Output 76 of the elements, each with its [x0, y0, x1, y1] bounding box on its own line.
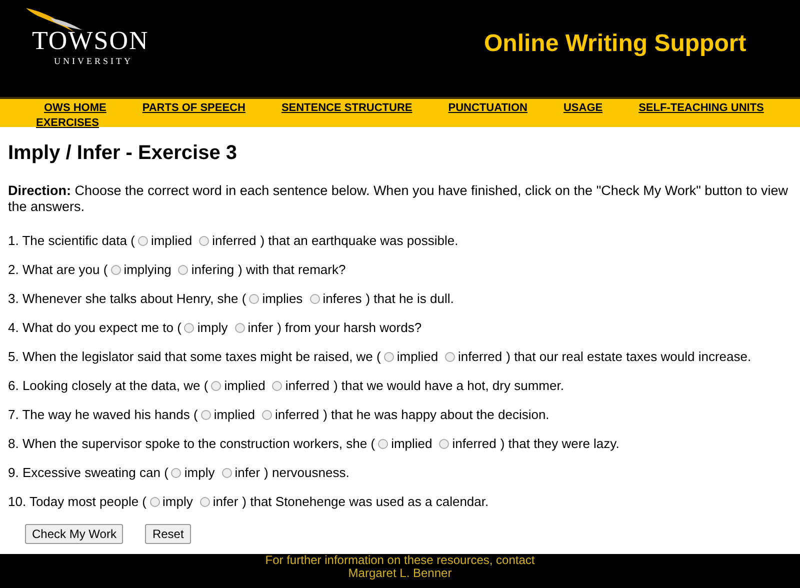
- radio-button[interactable]: [310, 294, 320, 304]
- check-button[interactable]: Check My Work: [25, 524, 124, 544]
- logo-subtitle: UNIVERSITY: [54, 56, 133, 66]
- question-text: ) that Stonehenge was used as a calendar.: [242, 494, 489, 510]
- question-text: ) that an earthquake was possible.: [260, 233, 458, 249]
- option-label[interactable]: infer: [212, 494, 238, 510]
- radio-button[interactable]: [211, 381, 222, 391]
- question-text: ) that he was happy about the decision.: [323, 407, 550, 423]
- nav-link[interactable]: SELF-TEACHING UNITS: [638, 101, 764, 115]
- radio-button[interactable]: [200, 410, 211, 420]
- option-label[interactable]: implied: [214, 407, 256, 423]
- option-label[interactable]: imply: [184, 465, 215, 481]
- radio-button[interactable]: [249, 294, 260, 304]
- option-label[interactable]: implied: [224, 378, 266, 394]
- nav-link[interactable]: PUNCTUATION: [448, 101, 528, 115]
- option-label[interactable]: inferred: [285, 378, 330, 394]
- option-label[interactable]: inferred: [458, 349, 502, 365]
- question-text: ) with that remark?: [238, 262, 346, 278]
- radio-button[interactable]: [378, 439, 388, 449]
- question-text: ) that we would have a hot, dry summer.: [333, 378, 564, 394]
- option-label[interactable]: infer: [234, 465, 260, 481]
- radio-button[interactable]: [222, 468, 232, 478]
- nav-link[interactable]: PARTS OF SPEECH: [142, 101, 246, 115]
- question-text: 9. Excessive sweating can (: [8, 465, 168, 481]
- nav-link[interactable]: EXERCISES: [36, 116, 99, 130]
- option-label[interactable]: infering: [191, 262, 234, 278]
- question-text: ) nervousness.: [264, 465, 350, 481]
- nav-link[interactable]: OWS HOME: [44, 101, 106, 115]
- question-text: 2. What are you (: [8, 262, 108, 278]
- question-text: 3. Whenever she talks about Henry, she (: [8, 291, 246, 307]
- option-label[interactable]: inferred: [452, 436, 496, 452]
- logo-wordmark: TOWSON: [32, 28, 149, 54]
- option-label[interactable]: implying: [124, 262, 172, 278]
- radio-button[interactable]: [262, 410, 272, 420]
- radio-button[interactable]: [110, 265, 121, 275]
- radio-button[interactable]: [199, 236, 210, 246]
- direction-text: Direction: Choose the correct word in each sentence below. When you have finished, click on the "Check My Work" button to view the answers.: [8, 183, 789, 215]
- question-text: 7. The way he waved his hands (: [8, 407, 198, 423]
- option-label[interactable]: inferred: [212, 233, 256, 249]
- radio-button[interactable]: [178, 265, 188, 275]
- option-label[interactable]: implied: [391, 436, 432, 452]
- radio-button[interactable]: [150, 497, 160, 507]
- question-text: ) that they were lazy.: [500, 436, 620, 452]
- question-text: 1. The scientific data (: [8, 233, 135, 249]
- question-text: ) that he is dull.: [366, 291, 454, 307]
- question-text: 8. When the supervisor spoke to the construction workers, she (: [8, 436, 376, 452]
- question-text: 6. Looking closely at the data, we (: [8, 378, 208, 394]
- radio-button[interactable]: [384, 352, 394, 362]
- option-label[interactable]: imply: [197, 320, 228, 336]
- nav-link[interactable]: SENTENCE STRUCTURE: [281, 101, 412, 115]
- option-label[interactable]: infer: [248, 320, 274, 336]
- radio-button[interactable]: [138, 236, 148, 246]
- question-text: ) that our real estate taxes would increase.: [506, 349, 752, 365]
- option-label[interactable]: imply: [162, 494, 193, 510]
- reset-button[interactable]: Reset: [145, 524, 191, 544]
- question-text: 10. Today most people (: [8, 494, 147, 510]
- radio-button[interactable]: [439, 439, 450, 449]
- option-label[interactable]: implies: [262, 291, 303, 307]
- footer-text: For further information on these resources, contact: [265, 554, 535, 567]
- question-text: 4. What do you expect me to (: [8, 320, 182, 336]
- footer-text: Margaret L. Benner: [348, 567, 452, 580]
- option-label[interactable]: implied: [396, 349, 438, 365]
- nav-link[interactable]: USAGE: [563, 101, 603, 115]
- site-title: Online Writing Support: [484, 30, 746, 58]
- option-label[interactable]: implied: [150, 233, 192, 249]
- question-text: ) from your harsh words?: [277, 320, 422, 336]
- radio-button[interactable]: [184, 323, 194, 333]
- radio-button[interactable]: [234, 323, 245, 333]
- radio-button[interactable]: [200, 497, 210, 507]
- question-text: 5. When the legislator said that some taxes might be raised, we (: [8, 349, 381, 365]
- radio-button[interactable]: [171, 468, 182, 478]
- option-label[interactable]: inferred: [275, 407, 320, 423]
- radio-button[interactable]: [445, 352, 456, 362]
- page-title: Imply / Infer - Exercise 3: [8, 141, 238, 165]
- radio-button[interactable]: [272, 381, 282, 391]
- option-label[interactable]: inferes: [322, 291, 362, 307]
